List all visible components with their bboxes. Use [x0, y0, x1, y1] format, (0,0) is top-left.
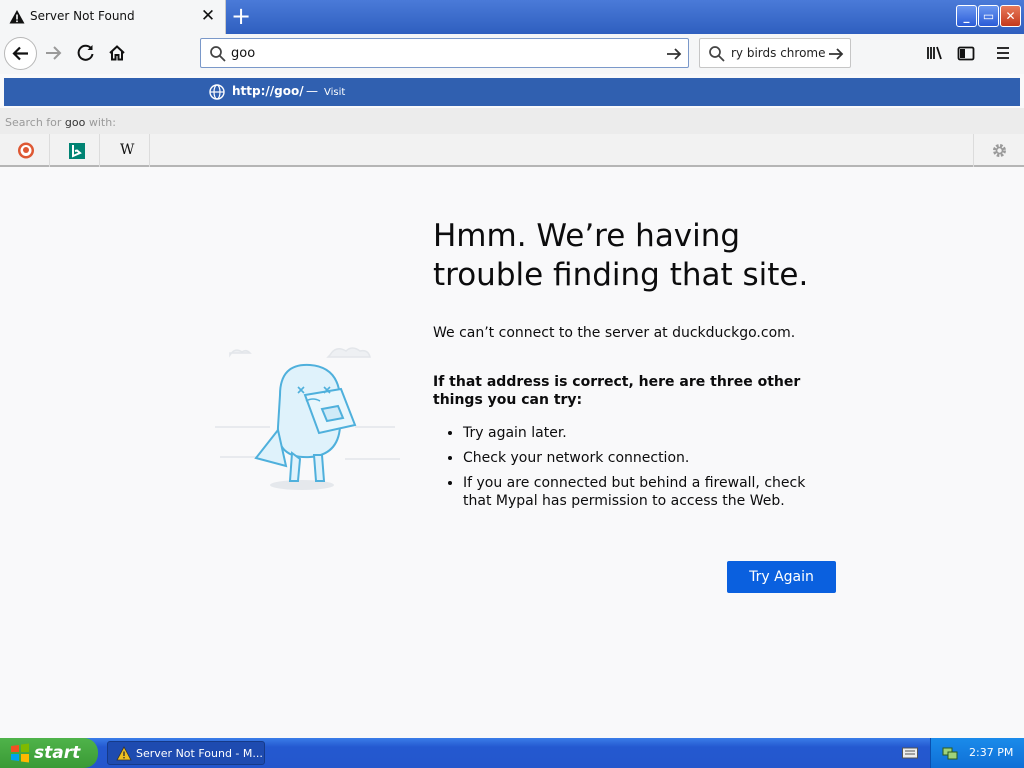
search-bar[interactable]: ry birds chrome — [699, 38, 851, 68]
search-engine-bar: W — [0, 134, 1024, 167]
search-with-label: Search for goo with: — [0, 108, 1024, 134]
library-icon — [927, 46, 942, 60]
search-settings-button[interactable] — [973, 134, 1024, 167]
minimize-window-button[interactable]: _ — [956, 5, 977, 27]
sad-dinosaur-illustration — [215, 347, 400, 490]
tab-title: Server Not Found — [30, 9, 135, 23]
warning-icon — [9, 10, 25, 24]
engine-duckduckgo-button[interactable] — [0, 134, 50, 167]
list-item: Try again later. — [463, 424, 833, 442]
autocomplete-url: http://goo/ — [232, 84, 304, 98]
back-button[interactable] — [4, 37, 37, 70]
taskbar-item-label: Server Not Found - M... — [136, 747, 263, 760]
url-input[interactable] — [231, 43, 651, 63]
error-description: We can’t connect to the server at duckdu… — [433, 325, 796, 341]
bing-icon — [69, 143, 85, 159]
taskbar-item-browser[interactable]: Server Not Found - M... — [107, 741, 265, 765]
keyboard-icon[interactable] — [902, 746, 918, 760]
navigation-toolbar: ry birds chrome — [0, 34, 1024, 74]
warning-icon — [116, 746, 132, 761]
wikipedia-icon: W — [120, 142, 135, 158]
search-with-text: with: — [88, 116, 116, 129]
list-item: Check your network connection. — [463, 449, 833, 467]
globe-icon — [209, 84, 225, 100]
try-again-button[interactable]: Try Again — [727, 561, 836, 593]
search-input[interactable]: ry birds chrome — [731, 46, 826, 60]
forward-arrow-icon — [46, 46, 62, 60]
close-window-button[interactable]: ✕ — [1000, 5, 1021, 27]
taskbar: start Server Not Found - M... 2:37 PM — [0, 738, 1024, 768]
start-button[interactable]: start — [0, 738, 98, 768]
tab-server-not-found[interactable]: Server Not Found ✕ — [0, 0, 226, 34]
error-title: Hmm. We’re having trouble finding that s… — [433, 218, 809, 293]
system-tray: 2:37 PM — [930, 738, 1024, 768]
new-tab-button[interactable]: + — [229, 3, 253, 29]
suggestion-list: Try again later. Check your network conn… — [433, 424, 833, 517]
restore-window-button[interactable]: ▭ — [978, 5, 999, 27]
tab-close-icon[interactable]: ✕ — [199, 6, 217, 26]
sidebar-button[interactable] — [951, 38, 981, 68]
search-for-text: Search for — [5, 116, 62, 129]
search-icon — [210, 46, 226, 62]
search-icon — [709, 46, 725, 62]
home-button[interactable] — [102, 38, 132, 68]
error-suggestions-heading: If that address is correct, here are thr… — [433, 374, 801, 408]
autocomplete-action: Visit — [324, 87, 346, 98]
back-arrow-icon — [12, 46, 28, 61]
library-button[interactable] — [920, 38, 950, 68]
windows-logo-icon — [11, 743, 29, 763]
tab-strip: Server Not Found ✕ + _ ▭ ✕ — [0, 0, 1024, 34]
search-term: goo — [64, 116, 86, 129]
hamburger-menu-icon — [997, 47, 1009, 59]
sidebar-icon — [957, 46, 975, 61]
menu-button[interactable] — [988, 38, 1018, 68]
start-label: start — [34, 743, 81, 763]
forward-button[interactable] — [39, 38, 69, 68]
reload-button[interactable] — [71, 38, 101, 68]
engine-wikipedia-button[interactable]: W — [100, 134, 150, 167]
search-go-arrow-icon[interactable] — [826, 44, 846, 64]
engine-bing-button[interactable] — [50, 134, 100, 167]
reload-icon — [77, 44, 94, 61]
duckduckgo-icon — [18, 142, 34, 159]
home-icon — [109, 45, 125, 61]
url-bar[interactable] — [200, 38, 689, 68]
go-arrow-icon[interactable] — [664, 44, 684, 64]
autocomplete-visit-row[interactable]: http://goo/ — Visit — [4, 78, 1020, 106]
autocomplete-separator: — — [306, 84, 318, 98]
clock: 2:37 PM — [969, 746, 1014, 759]
list-item: If you are connected but behind a firewa… — [463, 474, 833, 510]
network-icon[interactable] — [941, 744, 959, 762]
gear-icon — [993, 144, 1006, 157]
